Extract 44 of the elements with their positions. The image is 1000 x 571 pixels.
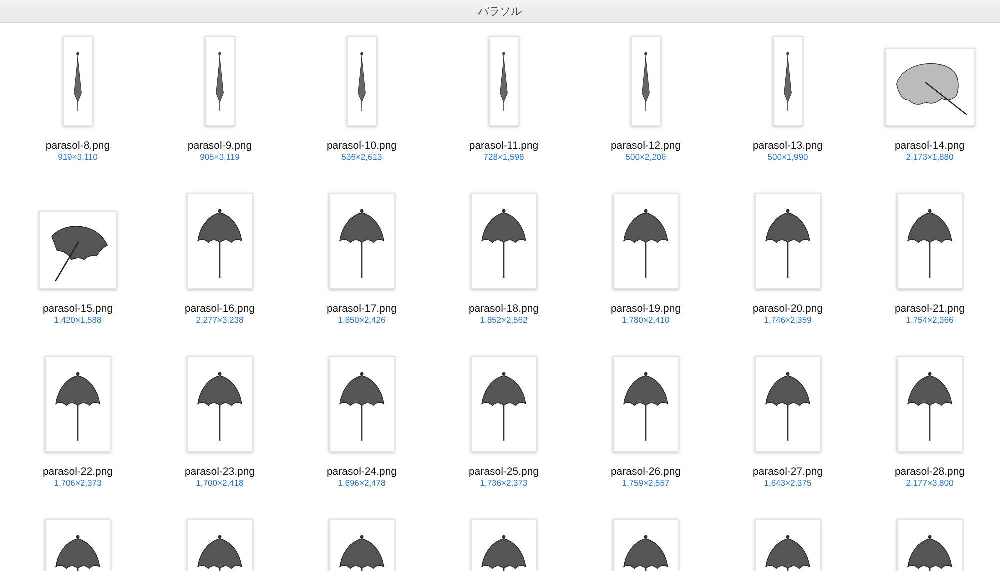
image-dimensions: 1,736×2,373	[480, 478, 528, 489]
file-name[interactable]: parasol-13.png	[752, 140, 824, 152]
file-name[interactable]: parasol-10.png	[326, 140, 398, 152]
file-name[interactable]: parasol-15.png	[42, 303, 114, 315]
image-dimensions: 1,759×2,557	[622, 478, 670, 489]
file-name[interactable]: parasol-12.png	[610, 140, 682, 152]
file-name[interactable]: parasol-22.png	[42, 466, 114, 478]
file-name[interactable]: parasol-25.png	[468, 466, 540, 478]
image-dimensions: 500×1,990	[768, 152, 808, 163]
image-dimensions: 1,780×2,410	[622, 315, 670, 326]
file-name[interactable]: parasol-24.png	[326, 466, 398, 478]
file-name[interactable]: parasol-20.png	[752, 303, 824, 315]
image-dimensions: 2,277×3,238	[196, 315, 244, 326]
image-dimensions: 1,852×2,562	[480, 315, 528, 326]
image-dimensions: 500×2,206	[626, 152, 666, 163]
image-dimensions: 728×1,598	[484, 152, 524, 163]
image-thumbnail[interactable]	[39, 211, 117, 289]
image-dimensions: 1,754×2,366	[906, 315, 954, 326]
image-dimensions: 1,706×2,373	[54, 478, 102, 489]
image-dimensions: 1,746×2,359	[764, 315, 812, 326]
image-dimensions: 1,700×2,418	[196, 478, 244, 489]
file-name[interactable]: parasol-19.png	[610, 303, 682, 315]
file-name[interactable]: parasol-11.png	[469, 140, 539, 152]
window-title: パラソル	[478, 4, 522, 18]
image-dimensions: 1,643×2,375	[764, 478, 812, 489]
file-name[interactable]: parasol-27.png	[752, 466, 824, 478]
file-name[interactable]: parasol-16.png	[184, 303, 256, 315]
file-name[interactable]: parasol-23.png	[184, 466, 256, 478]
file-name[interactable]: parasol-8.png	[46, 140, 110, 152]
image-dimensions: 919×3,110	[58, 152, 98, 163]
image-dimensions: 1,420×1,588	[54, 315, 102, 326]
image-dimensions: 2,173×1,880	[906, 152, 954, 163]
file-name[interactable]: parasol-18.png	[468, 303, 540, 315]
file-name[interactable]: parasol-21.png	[894, 303, 966, 315]
file-name[interactable]: parasol-17.png	[326, 303, 398, 315]
file-name[interactable]: parasol-9.png	[188, 140, 252, 152]
image-dimensions: 1,850×2,426	[338, 315, 386, 326]
image-dimensions: 905×3,119	[200, 152, 240, 163]
image-dimensions: 2,177×3,800	[906, 478, 954, 489]
image-dimensions: 536×2,613	[342, 152, 382, 163]
file-name[interactable]: parasol-26.png	[610, 466, 682, 478]
image-dimensions: 1,696×2,478	[338, 478, 386, 489]
file-name[interactable]: parasol-14.png	[894, 140, 966, 152]
file-name[interactable]: parasol-28.png	[894, 466, 966, 478]
